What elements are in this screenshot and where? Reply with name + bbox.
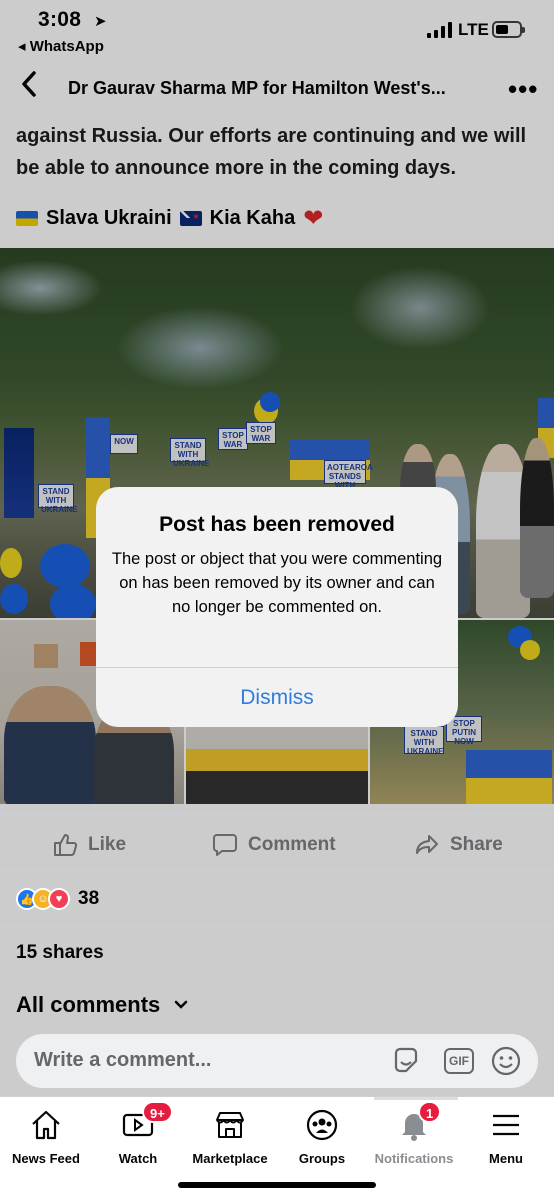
- gif-icon[interactable]: GIF: [444, 1048, 474, 1074]
- alert-message: The post or object that you were comment…: [111, 550, 443, 616]
- shares-count[interactable]: 15 shares: [16, 942, 104, 964]
- comment-button[interactable]: Comment: [212, 822, 336, 868]
- home-icon: [28, 1107, 64, 1143]
- divider: [0, 814, 554, 815]
- share-arrow-icon: [414, 832, 440, 858]
- dismiss-button[interactable]: Dismiss: [96, 668, 458, 727]
- comment-placeholder: Write a comment...: [34, 1049, 212, 1071]
- tab-marketplace[interactable]: Marketplace: [184, 1097, 276, 1177]
- sticker-icon[interactable]: [390, 1045, 422, 1077]
- share-button[interactable]: Share: [414, 822, 503, 868]
- tab-notifications[interactable]: 1 Notifications: [368, 1097, 460, 1177]
- home-indicator: [178, 1182, 376, 1188]
- comment-input[interactable]: Write a comment... GIF: [16, 1034, 538, 1088]
- tab-groups[interactable]: Groups: [276, 1097, 368, 1177]
- chevron-down-icon: [174, 997, 188, 1013]
- share-label: Share: [450, 834, 503, 855]
- comment-label: Comment: [248, 834, 336, 855]
- emoji-icon[interactable]: [490, 1045, 522, 1077]
- post-actions: Like Comment Share: [0, 822, 554, 868]
- comment-bubble-icon: [212, 832, 238, 858]
- marketplace-icon: [212, 1107, 248, 1143]
- divider: [0, 926, 554, 927]
- tab-label: Notifications: [374, 1151, 454, 1166]
- tab-menu[interactable]: Menu: [460, 1097, 552, 1177]
- reaction-summary[interactable]: 👍 ☺ ♥ 38: [16, 886, 99, 912]
- reaction-count: 38: [78, 888, 100, 909]
- tab-label: Marketplace: [192, 1151, 268, 1166]
- menu-icon: [488, 1107, 524, 1143]
- groups-icon: [304, 1107, 340, 1143]
- comments-filter[interactable]: All comments: [16, 992, 188, 1018]
- tab-label: Menu: [489, 1151, 523, 1166]
- post-removed-alert: Post has been removed The post or object…: [96, 487, 458, 727]
- like-button[interactable]: Like: [52, 822, 126, 868]
- tab-label: Watch: [118, 1151, 158, 1166]
- divider: [0, 870, 554, 871]
- tab-label: News Feed: [12, 1151, 80, 1166]
- thumbs-up-icon: [52, 832, 78, 858]
- alert-title: Post has been removed: [159, 513, 395, 536]
- tab-news-feed[interactable]: News Feed: [0, 1097, 92, 1177]
- like-label: Like: [88, 834, 127, 855]
- comments-filter-label: All comments: [16, 992, 161, 1017]
- tab-watch[interactable]: 9+ Watch: [92, 1097, 184, 1177]
- watch-badge: 9+: [142, 1101, 173, 1123]
- love-reaction-icon: ♥: [48, 888, 70, 910]
- notifications-badge: 1: [418, 1101, 442, 1123]
- tab-label: Groups: [298, 1151, 346, 1166]
